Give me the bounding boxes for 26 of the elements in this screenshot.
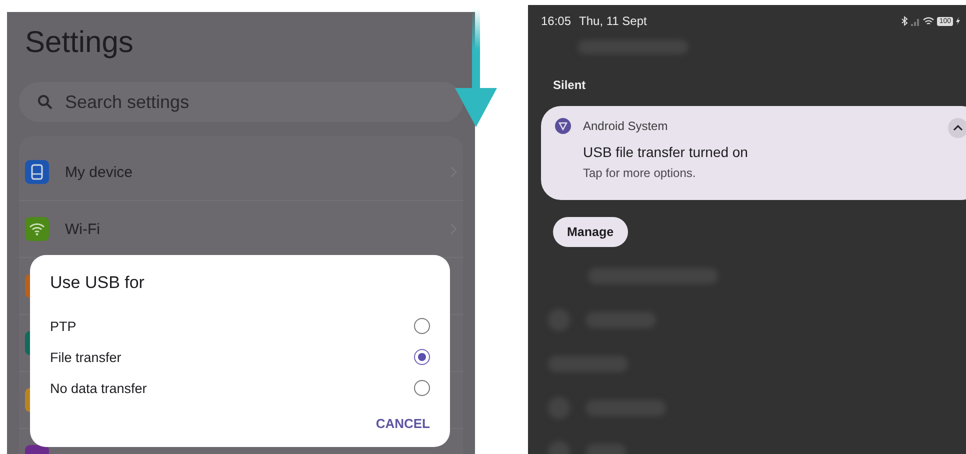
status-date: Thu, 11 Sept [579,14,647,28]
status-time: 16:05 [541,14,572,28]
radio-button[interactable] [414,349,430,365]
wifi-icon [923,16,934,26]
cancel-button[interactable]: CANCEL [376,414,430,433]
usb-option[interactable]: PTP [50,315,430,337]
search-field[interactable]: Search settings [19,82,463,122]
usb-option[interactable]: File transfer [50,346,430,368]
search-icon [37,94,53,110]
chevron-up-icon [953,125,963,131]
notification-text: Tap for more options. [583,166,696,180]
manage-button[interactable]: Manage [553,217,628,247]
dialog-title: Use USB for [50,273,144,293]
signal-icon [911,16,920,26]
bluetooth-icon [901,16,908,26]
page-title: Settings [25,26,134,60]
notification-card[interactable]: Android System USB file transfer turned on Tap for more options. [541,106,966,200]
collapse-button[interactable] [948,118,966,138]
charging-icon [956,17,960,25]
radio-button[interactable] [414,318,430,334]
section-label: Silent [553,78,586,92]
app-icon [555,118,571,134]
app-name: Android System [583,119,668,133]
radio-button[interactable] [414,380,430,396]
usb-option[interactable]: No data transfer [50,377,430,399]
notification-title: USB file transfer turned on [583,144,748,160]
